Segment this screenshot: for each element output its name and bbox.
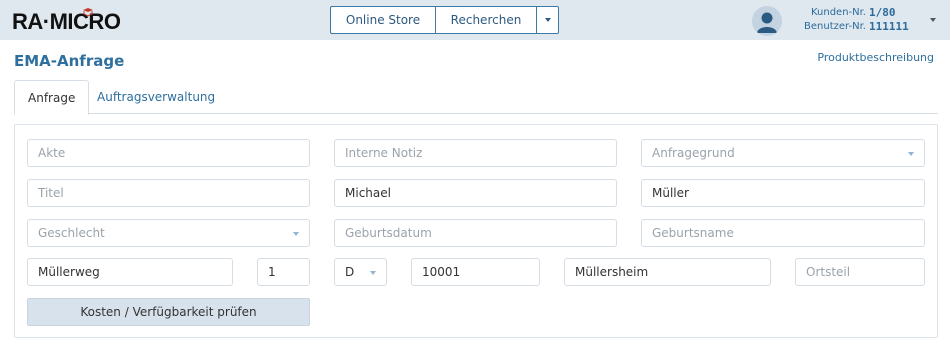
page-title: EMA-Anfrage — [14, 52, 125, 70]
titel-input[interactable]: Titel — [27, 179, 310, 207]
header-button-group: Online Store Recherchen — [330, 6, 559, 34]
account-menu-chevron-icon[interactable] — [930, 18, 936, 22]
user-avatar-icon[interactable] — [752, 6, 782, 36]
benutzer-nr-label: Benutzer-Nr. — [804, 21, 866, 32]
kunden-nr-label: Kunden-Nr. — [810, 7, 866, 18]
produktbeschreibung-link[interactable]: Produktbeschreibung — [817, 51, 934, 64]
plz-input[interactable]: 10001 — [411, 258, 540, 286]
ortsteil-input[interactable]: Ortsteil — [795, 258, 925, 286]
chevron-down-icon — [544, 18, 551, 22]
tab-anfrage[interactable]: Anfrage — [14, 80, 90, 115]
vorname-input[interactable]: Michael — [334, 179, 617, 207]
ra-micro-logo: RA·MICRO — [12, 8, 136, 34]
online-store-button[interactable]: Online Store — [330, 6, 436, 34]
account-info: Kunden-Nr. 1/80 Benutzer-Nr. 111111 — [796, 6, 909, 34]
geburtsname-input[interactable]: Geburtsname — [641, 219, 925, 247]
recherchen-button[interactable]: Recherchen — [436, 6, 537, 34]
svg-text:RA·MICRO: RA·MICRO — [12, 9, 121, 34]
hausnummer-input[interactable]: 1 — [257, 258, 310, 286]
ort-input[interactable]: Müllersheim — [564, 258, 771, 286]
akte-input[interactable]: Akte — [27, 139, 310, 167]
kunden-nr-value: 1/80 — [869, 6, 896, 19]
recherchen-dropdown-button[interactable] — [537, 6, 559, 34]
kosten-verfuegbarkeit-pruefen-button[interactable]: Kosten / Verfügbarkeit prüfen — [27, 298, 310, 326]
tab-auftragsverwaltung[interactable]: Auftragsverwaltung — [84, 80, 228, 114]
geburtsdatum-input[interactable]: Geburtsdatum — [334, 219, 617, 247]
interne-notiz-input[interactable]: Interne Notiz — [334, 139, 617, 167]
anfragegrund-select[interactable]: Anfragegrund — [641, 139, 925, 167]
geschlecht-select[interactable]: Geschlecht — [27, 219, 310, 247]
benutzer-nr-value: 111111 — [869, 20, 909, 33]
nachname-input[interactable]: Müller — [641, 179, 925, 207]
land-select[interactable]: D — [334, 258, 387, 286]
top-bar: RA·MICRO Online Store Recherchen Kunden-… — [0, 0, 950, 40]
tab-bar: Anfrage Auftragsverwaltung — [14, 80, 938, 115]
strasse-input[interactable]: Müllerweg — [27, 258, 233, 286]
